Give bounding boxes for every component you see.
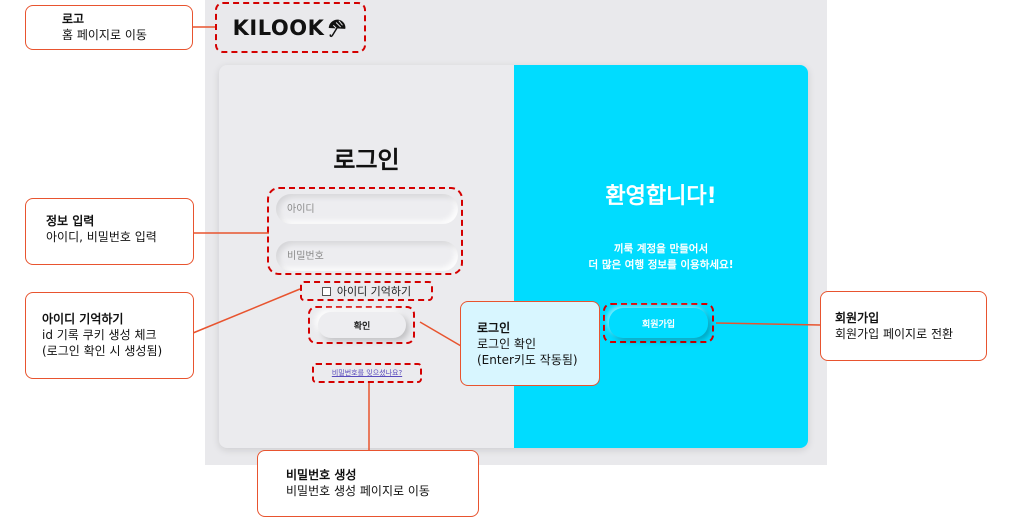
annotation-desc: 비밀번호 생성 페이지로 이동 bbox=[286, 484, 430, 498]
annotation-desc: 아이디, 비밀번호 입력 bbox=[46, 230, 157, 244]
annotation-password: 비밀번호 생성 비밀번호 생성 페이지로 이동 bbox=[257, 450, 479, 517]
annotation-title: 로그인 bbox=[477, 321, 511, 335]
annotation-desc: 홈 페이지로 이동 bbox=[62, 28, 147, 42]
annotation-title: 로고 bbox=[62, 12, 85, 26]
annotation-info: 정보 입력 아이디, 비밀번호 입력 bbox=[25, 198, 194, 265]
annotation-title: 비밀번호 생성 bbox=[286, 468, 357, 482]
annotation-desc: (로그인 확인 시 생성됨) bbox=[42, 344, 163, 358]
annotation-signup: 회원가입 회원가입 페이지로 전환 bbox=[820, 291, 987, 361]
annotation-desc: id 기록 쿠키 생성 체크 bbox=[42, 328, 157, 342]
annotation-desc: 로그인 확인 bbox=[477, 337, 537, 351]
annotation-logo: 로고 홈 페이지로 이동 bbox=[25, 5, 193, 50]
annotation-remember: 아이디 기억하기 id 기록 쿠키 생성 체크 (로그인 확인 시 생성됨) bbox=[25, 292, 194, 379]
annotation-login: 로그인 로그인 확인 (Enter키도 작동됨) bbox=[460, 301, 600, 386]
annotation-desc: 회원가입 페이지로 전환 bbox=[835, 327, 954, 341]
annotation-desc: (Enter키도 작동됨) bbox=[477, 353, 578, 367]
annotation-title: 회원가입 bbox=[835, 311, 880, 325]
annotation-title: 정보 입력 bbox=[46, 214, 95, 228]
annotation-title: 아이디 기억하기 bbox=[42, 312, 124, 326]
